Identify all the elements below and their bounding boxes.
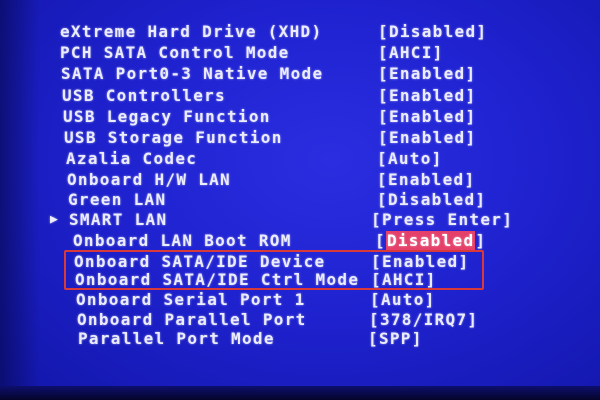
monitor-bezel xyxy=(0,386,600,400)
setting-label: Onboard H/W LAN xyxy=(67,170,231,189)
setting-value-selected[interactable]: [Disabled] xyxy=(375,231,486,250)
setting-label: PCH SATA Control Mode xyxy=(60,43,290,62)
setting-label: Parallel Port Mode xyxy=(78,329,275,348)
setting-value[interactable]: [Press Enter] xyxy=(371,210,513,229)
setting-value[interactable]: [Enabled] xyxy=(378,64,476,83)
setting-row-azalia-codec[interactable]: Azalia Codec [Auto] xyxy=(66,149,546,169)
bios-settings-menu: eXtreme Hard Drive (XHD) [Disabled] PCH … xyxy=(0,0,600,400)
setting-row-usb-controllers[interactable]: USB Controllers [Enabled] xyxy=(62,86,542,106)
setting-value[interactable]: [Enabled] xyxy=(378,86,476,105)
setting-value[interactable]: [Enabled] xyxy=(378,128,476,147)
setting-value[interactable]: [Disabled] xyxy=(377,190,486,209)
setting-label: SATA Port0-3 Native Mode xyxy=(61,64,324,83)
setting-value[interactable]: [SPP] xyxy=(368,329,423,348)
screen-edge-shadow xyxy=(0,0,40,400)
sata-ide-annotation-box xyxy=(64,250,484,290)
setting-value[interactable]: [Enabled] xyxy=(377,170,475,189)
setting-label: Onboard Parallel Port xyxy=(77,310,307,329)
setting-label: USB Legacy Function xyxy=(63,107,271,126)
setting-value[interactable]: [Enabled] xyxy=(378,107,476,126)
setting-row-parallel-port[interactable]: Onboard Parallel Port [378/IRQ7] xyxy=(77,310,557,330)
setting-label: USB Storage Function xyxy=(64,128,283,147)
setting-row-parallel-port-mode[interactable]: Parallel Port Mode [SPP] xyxy=(78,329,558,349)
setting-value[interactable]: [Disabled] xyxy=(378,22,487,41)
setting-row-usb-storage[interactable]: USB Storage Function [Enabled] xyxy=(64,128,544,148)
setting-row-serial-port-1[interactable]: Onboard Serial Port 1 [Auto] xyxy=(76,290,556,310)
setting-value[interactable]: [378/IRQ7] xyxy=(369,310,478,329)
setting-row-xhd[interactable]: eXtreme Hard Drive (XHD) [Disabled] xyxy=(60,22,540,42)
setting-label: Onboard LAN Boot ROM xyxy=(73,231,292,250)
setting-row-usb-legacy[interactable]: USB Legacy Function [Enabled] xyxy=(63,107,543,127)
submenu-arrow-icon: ▶ xyxy=(50,212,60,227)
setting-row-onboard-hw-lan[interactable]: Onboard H/W LAN [Enabled] xyxy=(67,170,547,190)
setting-row-smart-lan[interactable]: ▶ SMART LAN [Press Enter] xyxy=(50,210,550,230)
setting-row-green-lan[interactable]: Green LAN [Disabled] xyxy=(68,190,548,210)
setting-label: Azalia Codec xyxy=(66,149,198,168)
setting-label: USB Controllers xyxy=(62,86,226,105)
setting-value[interactable]: [Auto] xyxy=(370,290,436,309)
setting-value[interactable]: [Auto] xyxy=(377,149,443,168)
setting-row-pch-sata-control-mode[interactable]: PCH SATA Control Mode [AHCI] xyxy=(60,43,540,63)
setting-label: SMART LAN xyxy=(69,210,168,229)
setting-row-lan-boot-rom[interactable]: Onboard LAN Boot ROM [Disabled] xyxy=(73,231,553,251)
setting-label: Green LAN xyxy=(68,190,167,209)
selected-value-highlight: Disabled xyxy=(385,231,476,250)
setting-label: Onboard Serial Port 1 xyxy=(76,290,306,309)
setting-row-sata-native-mode[interactable]: SATA Port0-3 Native Mode [Enabled] xyxy=(61,64,541,84)
setting-value[interactable]: [AHCI] xyxy=(378,43,444,62)
setting-label: eXtreme Hard Drive (XHD) xyxy=(60,22,323,41)
bios-screen: eXtreme Hard Drive (XHD) [Disabled] PCH … xyxy=(0,0,600,400)
